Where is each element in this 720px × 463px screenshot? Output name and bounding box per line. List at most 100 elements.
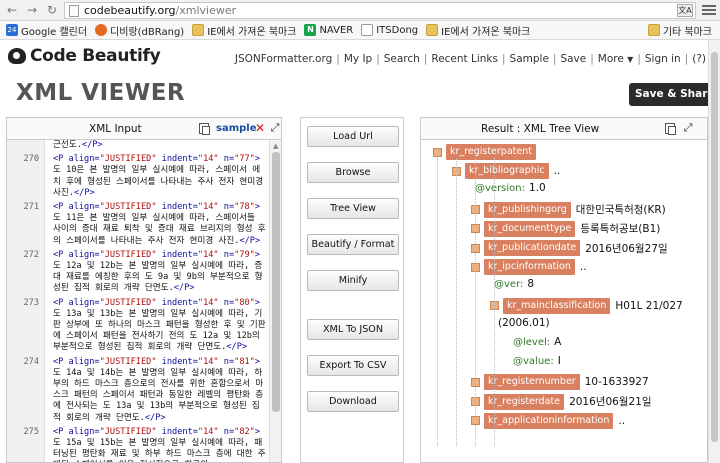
tree-node: kr_registerdate 2016년06월21일: [471, 393, 652, 410]
tree-view-button[interactable]: Tree View: [307, 198, 399, 219]
tree-node-key[interactable]: kr_bibliographic: [465, 163, 549, 180]
tree-node: kr_documenttype 등록특허공보(B1): [471, 220, 660, 237]
code-token: </P>: [81, 140, 103, 150]
collapse-icon[interactable]: [433, 147, 442, 157]
code-token: indent=: [156, 154, 198, 165]
bookmark-ie-folder-2[interactable]: IE에서 가져온 북마크: [426, 23, 530, 38]
bookmark-itsdong[interactable]: ITSDong: [361, 24, 418, 36]
reload-icon[interactable]: ↻: [44, 2, 60, 18]
tree-node-value: ..: [579, 261, 587, 274]
editor-scrollbar[interactable]: ▲: [269, 140, 281, 462]
tree-node-value: 10-1633927: [584, 376, 649, 389]
tree-node-value: 2016년06월27일: [585, 242, 668, 255]
tree-node-key[interactable]: kr_registernumber: [484, 374, 580, 391]
translate-icon[interactable]: 文A: [677, 4, 693, 17]
browser-menu-icon[interactable]: [702, 3, 716, 17]
save-share-button[interactable]: Save & Share: [629, 83, 720, 106]
tree-node-value: ..: [553, 165, 561, 178]
tree-node-value: 2016년06월21일: [569, 396, 652, 409]
nav-sign-in[interactable]: Sign in: [645, 53, 681, 65]
fullscreen-icon[interactable]: ⤢: [269, 122, 281, 134]
code-line: 270 <P align="JUSTIFIED" indent="14" n="7…: [23, 154, 267, 199]
line-number: 273: [23, 297, 39, 308]
site-header: Code Beautify JSONFormatter.org | My Ip | Se…: [0, 40, 720, 76]
tree-attribute-key: @version:: [475, 182, 525, 194]
code-token: </P>: [74, 187, 95, 198]
code-line: 근선도.</P>: [53, 140, 267, 151]
tree-node-key[interactable]: kr_mainclassification: [503, 297, 611, 314]
tree-node-key[interactable]: kr_ipcinformation: [484, 259, 575, 276]
nav-more[interactable]: More ▼: [598, 53, 634, 65]
copy-icon[interactable]: [665, 123, 676, 135]
tree-node-key[interactable]: kr_documenttype: [484, 220, 576, 237]
folder-icon: [192, 24, 205, 36]
bookmark-other[interactable]: 기타 북마크: [647, 23, 712, 38]
site-icon: [95, 24, 108, 36]
xml-to-json-button[interactable]: XML To JSON: [307, 319, 399, 340]
page-scroll-thumb[interactable]: [711, 52, 718, 442]
code-token: </P>: [173, 283, 195, 294]
nav-recent-links[interactable]: Recent Links: [431, 53, 498, 65]
copy-icon[interactable]: [199, 123, 210, 135]
load-url-button[interactable]: Load Url: [307, 126, 399, 147]
tree-node-key[interactable]: kr_publicationdate: [484, 240, 581, 256]
tree-attribute: @value: I: [513, 355, 561, 367]
forward-icon[interactable]: →: [24, 2, 40, 18]
xml-editor[interactable]: 근선도.</P> 270 <P align="JUSTIFIED" indent="…: [7, 140, 269, 462]
tree-node: kr_publicationdate 2016년06월27일: [471, 240, 668, 256]
tree-node-key[interactable]: kr_registerpatent: [446, 144, 536, 160]
address-bar[interactable]: codebeautify.org/xmlviewer 文A: [64, 2, 696, 19]
nav-sample[interactable]: Sample: [510, 53, 549, 65]
page-scrollbar[interactable]: [708, 40, 720, 463]
nav-my-ip[interactable]: My Ip: [344, 53, 372, 65]
scroll-up-icon[interactable]: ▲: [273, 142, 278, 150]
top-navigation: JSONFormatter.org | My Ip | Search | Recent Li…: [234, 53, 706, 65]
code-token: "77": [234, 154, 255, 165]
nav-jsonformatter[interactable]: JSONFormatter.org: [235, 53, 332, 65]
folder-icon: [647, 24, 660, 36]
nav-save[interactable]: Save: [560, 53, 586, 65]
code-token: "82": [234, 426, 255, 437]
download-button[interactable]: Download: [307, 391, 399, 412]
tree-node: kr_registerpatent: [433, 144, 536, 160]
code-token: indent=: [156, 202, 198, 213]
caret-down-icon: ▼: [627, 55, 634, 64]
editor-scroll-thumb[interactable]: [272, 152, 280, 412]
code-token: <P: [53, 154, 69, 165]
sample-link[interactable]: sample: [216, 123, 257, 134]
result-panel-title: Result : XML Tree View: [481, 123, 600, 135]
nav-help[interactable]: (?): [692, 53, 706, 65]
bookmark-google-calendar[interactable]: 24 Google 캘린더: [6, 23, 87, 38]
code-token: >: [254, 154, 261, 165]
url-host: codebeautify.org: [84, 4, 176, 17]
code-token: n=: [218, 154, 235, 165]
tree-attribute-key: @level:: [513, 336, 551, 348]
tree-node-key[interactable]: kr_applicationinformation: [484, 412, 614, 429]
clear-icon[interactable]: ✕: [255, 121, 265, 135]
export-to-csv-button[interactable]: Export To CSV: [307, 355, 399, 376]
tree-node-key[interactable]: kr_registerdate: [484, 393, 565, 410]
tree-node-value-cont: (2006.01): [494, 317, 550, 329]
code-token: 도 11은 본 발명의 일부 실시예에 따라, 스페이서들 사이의 증대 재료 …: [53, 213, 266, 246]
back-icon[interactable]: ←: [4, 2, 20, 18]
tree-node: kr_publishingorg 대한민국특허청(KR): [471, 201, 666, 218]
bookmark-naver[interactable]: N NAVER: [304, 24, 353, 36]
code-line: 272 <P align="JUSTIFIED" indent="14" n="7…: [23, 250, 267, 295]
tree-node-key[interactable]: kr_publishingorg: [484, 201, 571, 218]
url-path: /xmlviewer: [175, 4, 237, 17]
beautify-format-button[interactable]: Beautify / Format: [307, 234, 399, 255]
calendar-icon: 24: [6, 24, 18, 36]
tree-attribute-value: A: [554, 336, 562, 348]
tree-guide-line: [475, 158, 476, 446]
browse-button[interactable]: Browse: [307, 162, 399, 183]
code-token: n=: [218, 202, 235, 213]
fullscreen-icon[interactable]: ⤢: [682, 122, 694, 134]
tree-attribute: @version: 1.0: [475, 182, 546, 194]
minify-button[interactable]: Minify: [307, 270, 399, 291]
bookmark-ie-folder[interactable]: IE에서 가져온 북마크: [192, 23, 296, 38]
nav-search[interactable]: Search: [384, 53, 420, 65]
bookmark-dbrang[interactable]: 디비랑(dBRang): [95, 23, 184, 38]
code-token: >: [254, 356, 261, 367]
code-token: 근선도.: [53, 140, 82, 150]
site-logo[interactable]: Code Beautify: [8, 46, 161, 66]
